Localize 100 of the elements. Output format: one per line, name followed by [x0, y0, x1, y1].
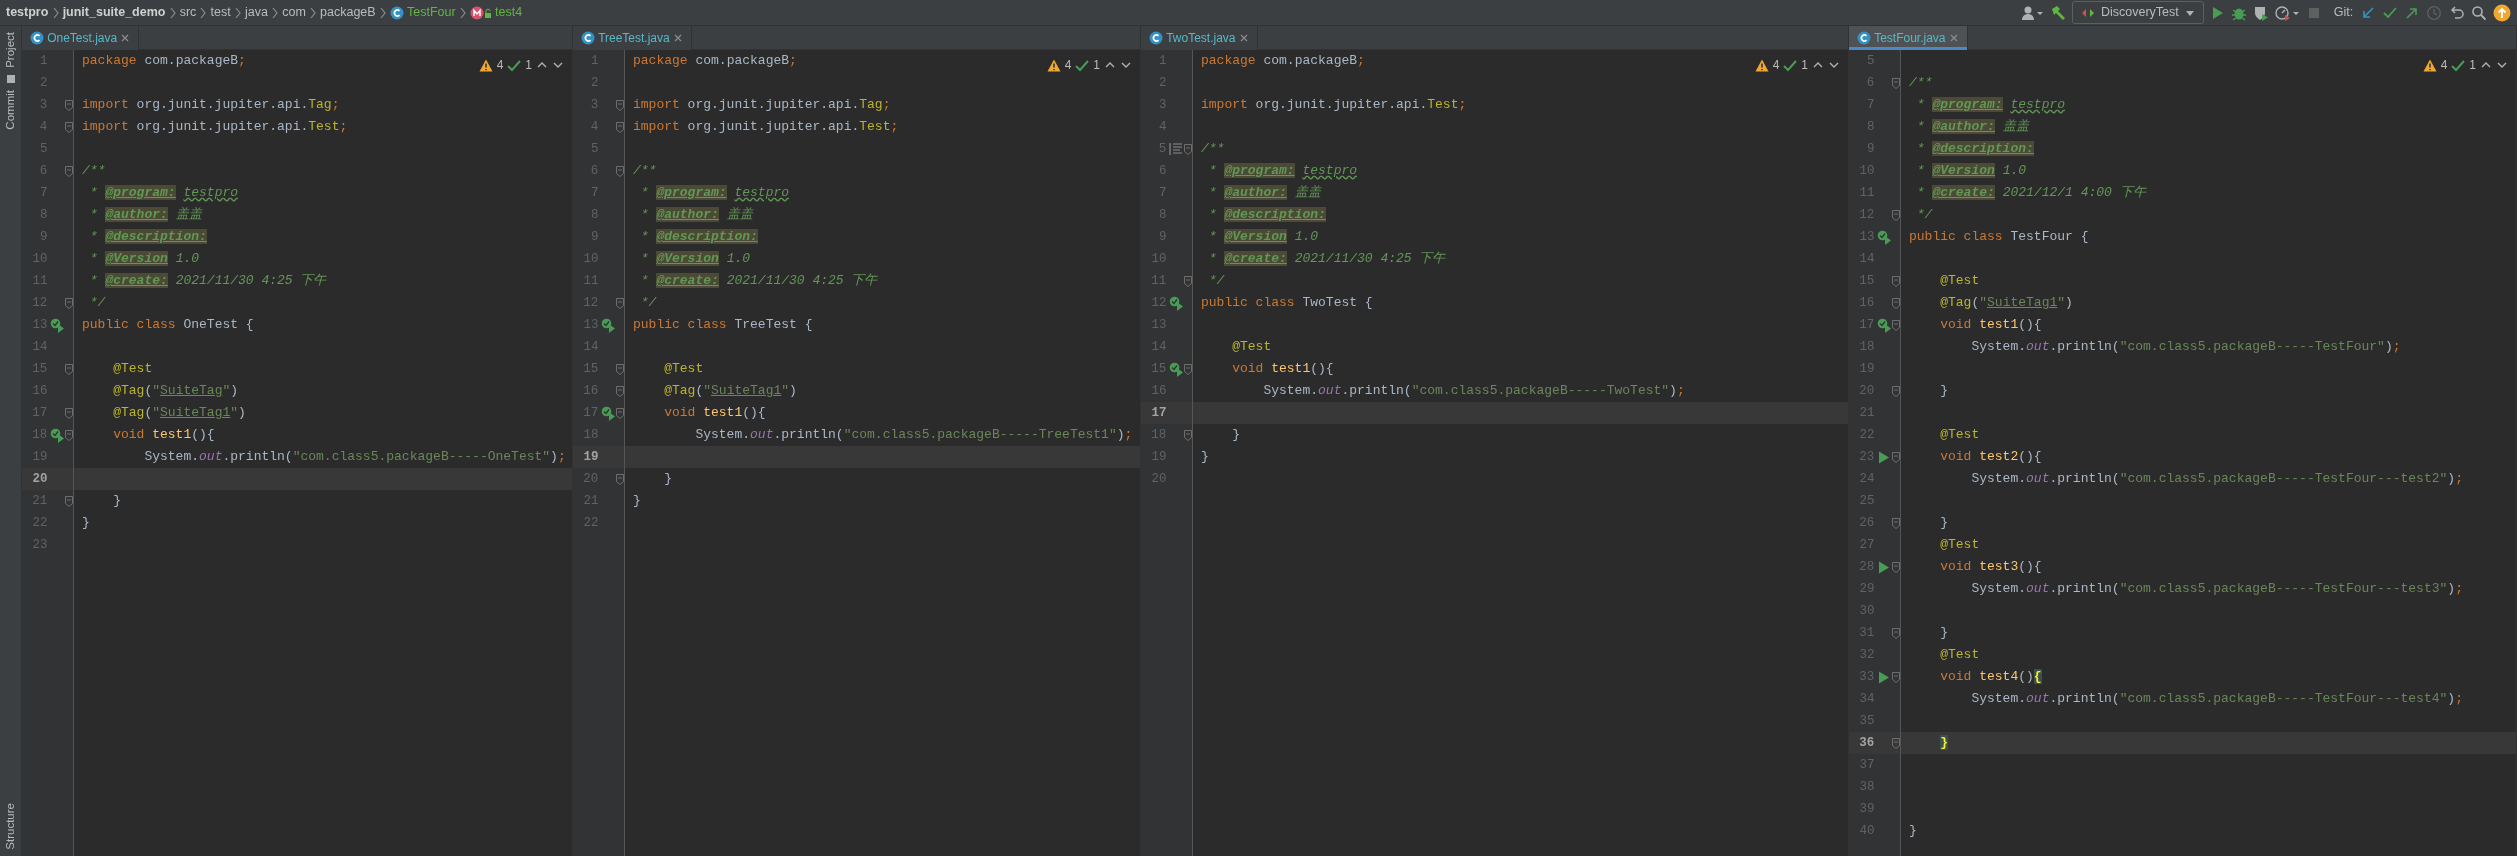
search-icon[interactable]	[2470, 4, 2487, 21]
chevron-up-icon[interactable]	[1812, 60, 1824, 70]
warning-count[interactable]: 4	[496, 56, 504, 74]
undo-icon[interactable]	[2448, 4, 2465, 21]
chevron-down-icon[interactable]	[1828, 60, 1840, 70]
square-icon	[5, 73, 16, 84]
run-test-icon[interactable]	[1168, 295, 1184, 311]
warning-count[interactable]: 4	[2440, 56, 2448, 74]
fold-icon[interactable]	[1184, 275, 1192, 287]
warning-count[interactable]: 4	[1064, 56, 1072, 74]
run-configuration-dropdown[interactable]: DiscoveryTest	[2071, 1, 2205, 24]
chevron-up-icon[interactable]	[2480, 60, 2492, 70]
run-icon[interactable]	[1878, 560, 1891, 574]
fold-icon[interactable]	[1892, 77, 1900, 89]
chevron-down-icon[interactable]	[1120, 60, 1132, 70]
breadcrumb-item[interactable]: test4	[495, 3, 523, 22]
chevron-up-icon[interactable]	[536, 60, 548, 70]
run-test-icon[interactable]	[600, 317, 616, 333]
close-icon[interactable]	[120, 33, 131, 43]
fold-icon[interactable]	[65, 429, 73, 441]
chevron-down-icon[interactable]	[2496, 60, 2508, 70]
fold-icon[interactable]	[616, 99, 624, 111]
fold-icon[interactable]	[1892, 671, 1900, 683]
fold-icon[interactable]	[1892, 209, 1900, 221]
close-icon[interactable]	[672, 33, 683, 43]
stop-icon[interactable]	[2307, 5, 2322, 20]
fold-icon[interactable]	[1892, 627, 1900, 639]
fold-icon[interactable]	[65, 407, 73, 419]
fold-icon[interactable]	[1892, 297, 1900, 309]
user-icon[interactable]	[2021, 4, 2044, 21]
breadcrumb-item[interactable]: test	[210, 3, 231, 22]
tool-window-tab[interactable]: Commit	[1, 83, 20, 136]
breadcrumb-item[interactable]: src	[179, 3, 197, 22]
chevron-separator-icon	[51, 6, 60, 19]
fold-icon[interactable]	[1184, 143, 1192, 155]
chevron-down-icon[interactable]	[552, 60, 564, 70]
fold-icon[interactable]	[1892, 561, 1900, 573]
fold-icon[interactable]	[1184, 363, 1192, 375]
breadcrumb-item[interactable]: testpro	[6, 3, 49, 22]
breadcrumb-item[interactable]: java	[245, 3, 268, 22]
shield-icon[interactable]	[2252, 4, 2269, 21]
code-line: @Test	[1939, 272, 1980, 290]
check-count[interactable]: 1	[2469, 56, 2476, 74]
fold-icon[interactable]	[65, 495, 73, 507]
breadcrumb-item[interactable]: packageB	[320, 3, 376, 22]
run-icon[interactable]	[2210, 5, 2225, 20]
code-line: * @author: 盖盖	[1207, 184, 1321, 202]
run-test-icon[interactable]	[49, 427, 65, 443]
doc-render-icon[interactable]	[1169, 143, 1184, 155]
run-test-icon[interactable]	[1876, 229, 1892, 245]
fold-icon[interactable]	[616, 121, 624, 133]
run-test-icon[interactable]	[1876, 317, 1892, 333]
fold-icon[interactable]	[1892, 737, 1900, 749]
hammer-icon[interactable]	[2049, 4, 2066, 21]
run-test-icon[interactable]	[49, 317, 65, 333]
code-line: }	[1231, 426, 1240, 444]
fold-icon[interactable]	[65, 363, 73, 375]
file-tab[interactable]: OneTest.java	[22, 26, 140, 50]
fold-icon[interactable]	[616, 385, 624, 397]
run-test-icon[interactable]	[600, 405, 616, 421]
code-line: @Test	[112, 360, 153, 378]
code-line: System.out.println("com.class5.packageB-----TwoTest");	[1262, 382, 1685, 400]
gauge-icon[interactable]	[2275, 4, 2302, 21]
check-count[interactable]: 1	[525, 56, 532, 74]
fold-icon[interactable]	[1892, 275, 1900, 287]
run-test-icon[interactable]	[1168, 361, 1184, 377]
tool-window-tab[interactable]: Structure	[1, 797, 20, 856]
breadcrumb-item[interactable]: junit_suite_demo	[62, 3, 166, 22]
breadcrumb-item[interactable]: com	[282, 3, 306, 22]
file-tab[interactable]: TestFour.java	[1849, 26, 1968, 50]
fold-icon[interactable]	[65, 121, 73, 133]
fold-icon[interactable]	[1184, 429, 1192, 441]
update-icon[interactable]	[2493, 3, 2511, 22]
close-icon[interactable]	[1238, 33, 1249, 43]
run-icon[interactable]	[1878, 450, 1891, 464]
fold-icon[interactable]	[616, 363, 624, 375]
check-count[interactable]: 1	[1093, 56, 1100, 74]
fold-icon[interactable]	[616, 165, 624, 177]
check-count[interactable]: 1	[1801, 56, 1808, 74]
clock-icon[interactable]	[2426, 4, 2443, 21]
warning-count[interactable]: 4	[1772, 56, 1780, 74]
fold-icon[interactable]	[1892, 319, 1900, 331]
breadcrumb-item[interactable]: TestFour	[407, 3, 456, 22]
fold-icon[interactable]	[65, 99, 73, 111]
fold-icon[interactable]	[616, 297, 624, 309]
code-line: }	[1939, 624, 1948, 642]
run-icon[interactable]	[1878, 670, 1891, 684]
file-tab[interactable]: TreeTest.java	[573, 26, 692, 50]
fold-icon[interactable]	[616, 473, 624, 485]
code-line: void test1(){	[112, 426, 215, 444]
fold-icon[interactable]	[65, 165, 73, 177]
fold-icon[interactable]	[1892, 451, 1900, 463]
chevron-up-icon[interactable]	[1104, 60, 1116, 70]
fold-icon[interactable]	[616, 407, 624, 419]
fold-icon[interactable]	[65, 297, 73, 309]
file-tab[interactable]: TwoTest.java	[1141, 26, 1258, 50]
fold-icon[interactable]	[1892, 385, 1900, 397]
close-icon[interactable]	[1948, 33, 1959, 43]
tool-window-tab[interactable]: Project	[1, 26, 20, 74]
fold-icon[interactable]	[1892, 517, 1900, 529]
